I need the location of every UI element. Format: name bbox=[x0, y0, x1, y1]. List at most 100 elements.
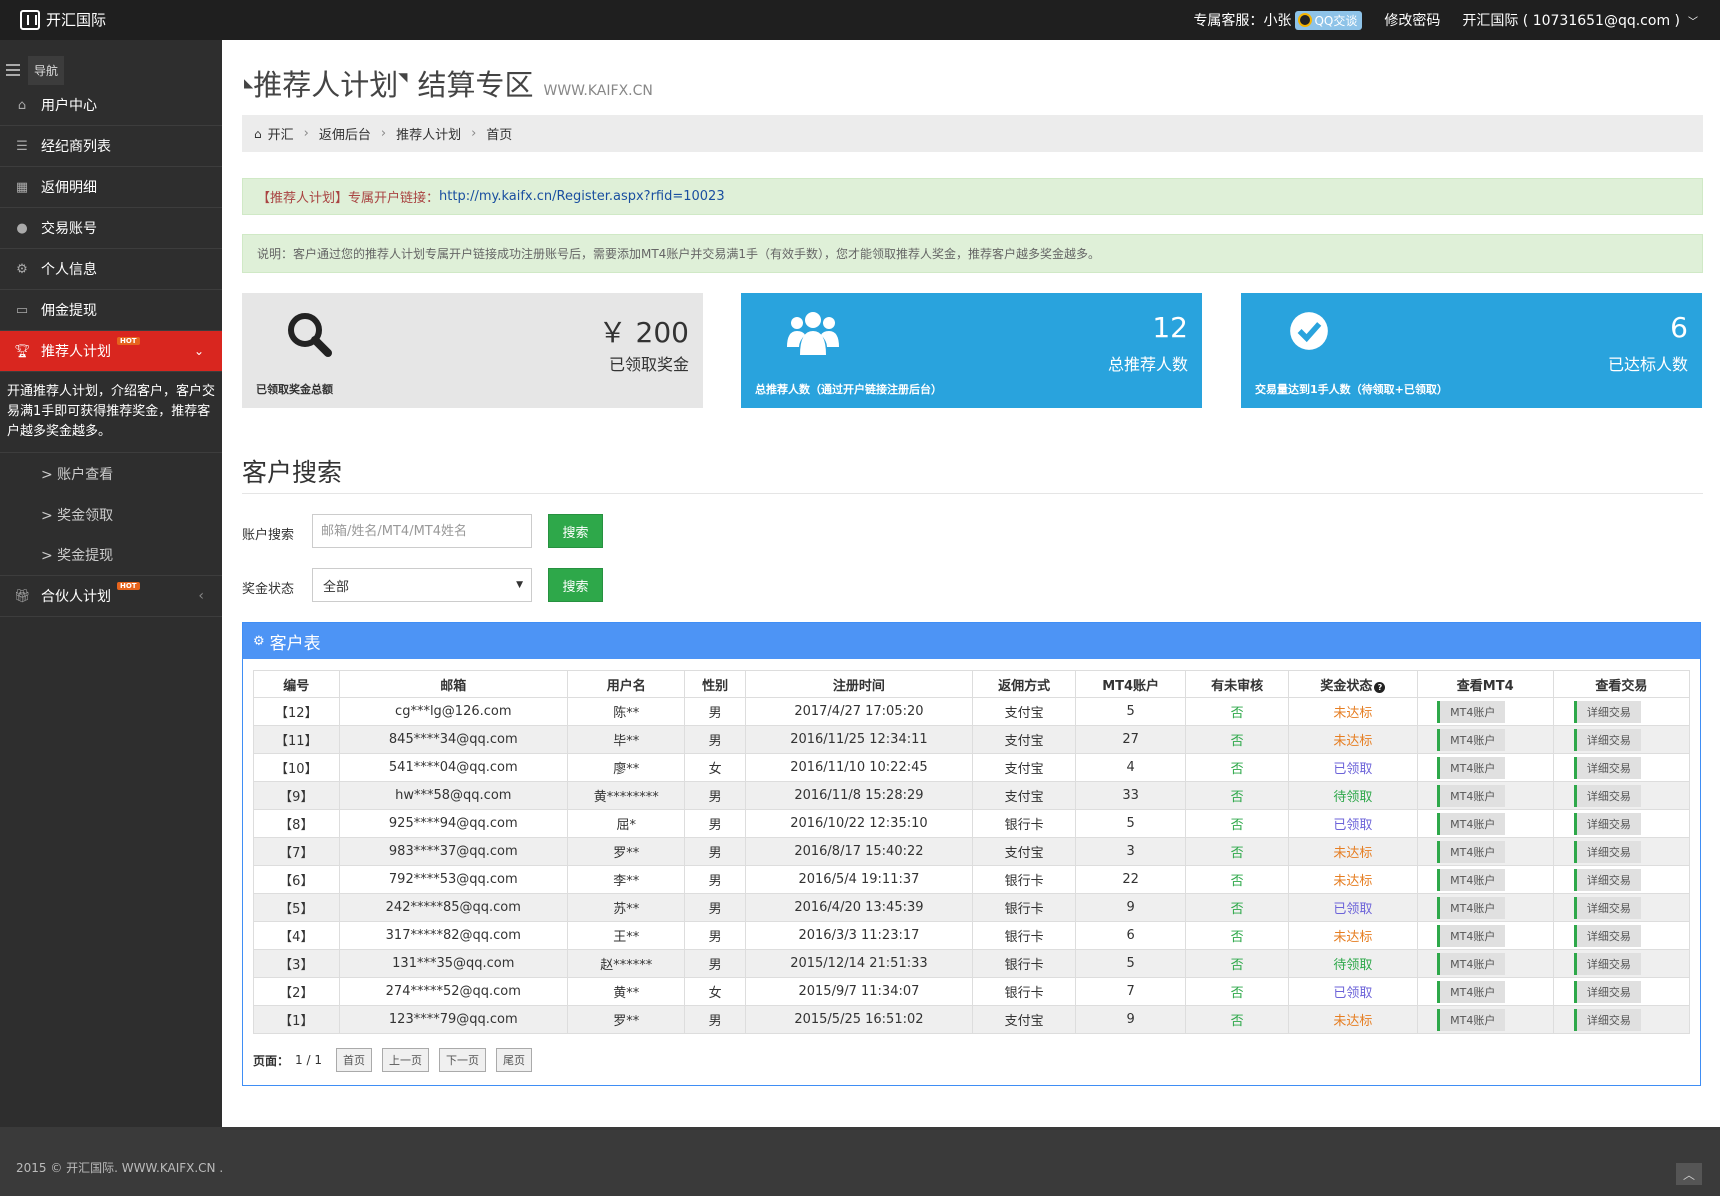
cell-id: 【6】 bbox=[253, 865, 340, 894]
caret-down-icon: ▼ bbox=[516, 580, 523, 590]
view-trades-button[interactable]: 详细交易 bbox=[1573, 756, 1641, 779]
sidebar-item-withdraw[interactable]: ▭ 佣金提现 bbox=[0, 290, 222, 331]
nav-header[interactable]: 导航 bbox=[0, 55, 222, 85]
help-icon[interactable]: ? bbox=[1374, 681, 1386, 693]
breadcrumb-item[interactable]: 返佣后台 bbox=[319, 124, 371, 143]
sidebar-item-user-center[interactable]: ⌂ 用户中心 bbox=[0, 85, 222, 126]
view-trades-button[interactable]: 详细交易 bbox=[1573, 700, 1641, 723]
cell-email: hw***58@qq.com bbox=[338, 781, 568, 810]
account-search-button[interactable]: 搜索 bbox=[548, 514, 603, 548]
cell-view-mt4: MT4账户 bbox=[1416, 893, 1554, 922]
prev-page-button[interactable]: 上一页 bbox=[381, 1048, 429, 1072]
view-mt4-button[interactable]: MT4账户 bbox=[1437, 896, 1506, 919]
sidebar-item-partner-plan[interactable]: 🎁︎ 合伙人计划 HOT ‹ bbox=[0, 576, 222, 617]
cell-bonus-status: 已领取 bbox=[1288, 977, 1418, 1006]
view-trades-button[interactable]: 详细交易 bbox=[1573, 1008, 1641, 1031]
view-mt4-button[interactable]: MT4账户 bbox=[1437, 840, 1506, 863]
top-bar: 开汇国际 专属客服： 小张 QQ交谈 修改密码 开汇国际 ( 10731651@… bbox=[0, 0, 1720, 40]
brand-logo[interactable]: 开汇国际 bbox=[20, 9, 106, 30]
sidebar-item-personal-info[interactable]: ⚙ 个人信息 bbox=[0, 249, 222, 290]
cell-gender: 男 bbox=[684, 921, 746, 950]
view-mt4-button[interactable]: MT4账户 bbox=[1437, 728, 1506, 751]
instruction-alert: 说明：客户通过您的推荐人计划专属开户链接成功注册账号后，需要添加MT4账户并交易… bbox=[242, 234, 1703, 273]
sidebar-item-rebate-detail[interactable]: ▦ 返佣明细 bbox=[0, 167, 222, 208]
cell-email: 925****94@qq.com bbox=[338, 809, 568, 838]
sidebar-item-label: 佣金提现 bbox=[41, 303, 97, 319]
stat-value: ￥ 200 bbox=[598, 316, 689, 349]
referral-link[interactable]: http://my.kaifx.cn/Register.aspx?rfid=10… bbox=[439, 189, 725, 204]
view-trades-button[interactable]: 详细交易 bbox=[1573, 924, 1641, 947]
sidebar-subitem-account-view[interactable]: > 账户查看 bbox=[0, 453, 222, 494]
cell-email: 274*****52@qq.com bbox=[338, 977, 568, 1006]
view-mt4-button[interactable]: MT4账户 bbox=[1437, 700, 1506, 723]
table-row: 【5】 242*****85@qq.com 苏** 男 2016/4/20 13:45:… bbox=[253, 893, 1691, 922]
list-icon: ☰ bbox=[16, 138, 28, 154]
view-mt4-button[interactable]: MT4账户 bbox=[1437, 1008, 1506, 1031]
view-mt4-button[interactable]: MT4账户 bbox=[1437, 868, 1506, 891]
view-mt4-button[interactable]: MT4账户 bbox=[1437, 980, 1506, 1003]
column-header: MT4账户 bbox=[1075, 670, 1187, 698]
sidebar-item-label: 经纪商列表 bbox=[41, 139, 111, 155]
view-mt4-button[interactable]: MT4账户 bbox=[1437, 784, 1506, 807]
bonus-status-label: 奖金状态 bbox=[242, 582, 295, 597]
view-trades-button[interactable]: 详细交易 bbox=[1573, 840, 1641, 863]
cell-rebate-method: 银行卡 bbox=[972, 893, 1077, 922]
breadcrumb-item[interactable]: 推荐人计划 bbox=[396, 124, 461, 143]
stat-caption: 已领取奖金 bbox=[608, 355, 689, 374]
users-icon bbox=[787, 312, 839, 355]
service-label: 专属客服： bbox=[1193, 13, 1264, 29]
view-mt4-button[interactable]: MT4账户 bbox=[1437, 812, 1506, 835]
view-mt4-button[interactable]: MT4账户 bbox=[1437, 952, 1506, 975]
cell-view-trades: 详细交易 bbox=[1552, 753, 1691, 782]
account-menu[interactable]: 开汇国际 ( 10731651@qq.com ) ﹀ bbox=[1462, 10, 1698, 30]
sidebar-subitem-bonus-claim[interactable]: > 奖金领取 bbox=[0, 494, 222, 535]
view-mt4-button[interactable]: MT4账户 bbox=[1437, 756, 1506, 779]
view-trades-button[interactable]: 详细交易 bbox=[1573, 896, 1641, 919]
column-header: 查看交易 bbox=[1552, 670, 1691, 698]
table-row: 【10】 541****04@qq.com 廖** 女 2016/11/10 10:22… bbox=[253, 753, 1691, 782]
sidebar-item-referral-plan[interactable]: 🏆︎ 推荐人计划 HOT ⌄ bbox=[0, 331, 222, 372]
panel-header: ⚙ 客户表 bbox=[243, 623, 1700, 659]
cell-view-trades: 详细交易 bbox=[1552, 837, 1691, 866]
cell-username: 毕** bbox=[566, 725, 686, 754]
cell-rebate-method: 银行卡 bbox=[972, 977, 1077, 1006]
breadcrumb-item[interactable]: 开汇 bbox=[268, 124, 294, 143]
table-row: 【7】 983****37@qq.com 罗** 男 2016/8/17 15:40:2… bbox=[253, 837, 1691, 866]
cell-view-mt4: MT4账户 bbox=[1416, 725, 1554, 754]
sidebar-item-trade-account[interactable]: ● 交易账号 bbox=[0, 208, 222, 249]
back-to-top-button[interactable]: ︿ bbox=[1676, 1163, 1702, 1185]
bonus-status-value: 全部 bbox=[323, 579, 350, 595]
cell-email: cg***lg@126.com bbox=[338, 697, 568, 726]
cell-rebate-method: 银行卡 bbox=[972, 865, 1077, 894]
next-page-button[interactable]: 下一页 bbox=[438, 1048, 486, 1072]
cell-pending-review: 否 bbox=[1185, 809, 1290, 838]
view-trades-button[interactable]: 详细交易 bbox=[1573, 868, 1641, 891]
first-page-button[interactable]: 首页 bbox=[335, 1048, 372, 1072]
cell-username: 屈* bbox=[566, 809, 686, 838]
cell-rebate-method: 支付宝 bbox=[972, 781, 1077, 810]
qq-chat-label: QQ交谈 bbox=[1314, 13, 1358, 28]
cell-email: 317*****82@qq.com bbox=[338, 921, 568, 950]
view-trades-button[interactable]: 详细交易 bbox=[1573, 952, 1641, 975]
account-search-input[interactable] bbox=[312, 514, 532, 548]
gift-icon: 🎁︎ bbox=[14, 588, 31, 604]
change-password-link[interactable]: 修改密码 bbox=[1384, 10, 1440, 30]
last-page-button[interactable]: 尾页 bbox=[495, 1048, 532, 1072]
view-trades-button[interactable]: 详细交易 bbox=[1573, 812, 1641, 835]
sidebar-item-broker-list[interactable]: ☰ 经纪商列表 bbox=[0, 126, 222, 167]
view-trades-button[interactable]: 详细交易 bbox=[1573, 728, 1641, 751]
qq-chat-button[interactable]: QQ交谈 bbox=[1295, 10, 1363, 30]
status-search-button[interactable]: 搜索 bbox=[548, 568, 603, 602]
cell-id: 【1】 bbox=[253, 1005, 340, 1034]
cell-bonus-status: 已领取 bbox=[1288, 893, 1418, 922]
logo-icon bbox=[20, 9, 40, 30]
view-mt4-button[interactable]: MT4账户 bbox=[1437, 924, 1506, 947]
view-trades-button[interactable]: 详细交易 bbox=[1573, 784, 1641, 807]
bonus-status-select[interactable]: 全部 ▼ bbox=[312, 568, 532, 602]
stat-value: 12 bbox=[1152, 311, 1188, 344]
cell-gender: 男 bbox=[684, 725, 746, 754]
cell-gender: 男 bbox=[684, 837, 746, 866]
table-row: 【11】 845****34@qq.com 毕** 男 2016/11/25 12:34… bbox=[253, 725, 1691, 754]
sidebar-subitem-bonus-withdraw[interactable]: > 奖金提现 bbox=[0, 535, 222, 576]
view-trades-button[interactable]: 详细交易 bbox=[1573, 980, 1641, 1003]
